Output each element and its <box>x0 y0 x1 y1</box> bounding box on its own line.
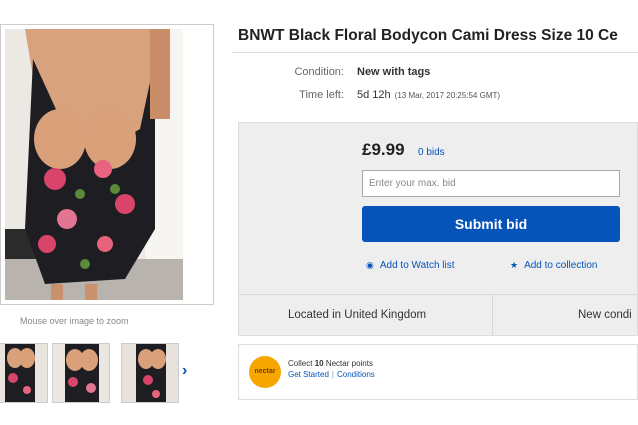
bid-count-link[interactable]: 0 bids <box>418 147 445 158</box>
condition-summary: New condi <box>578 309 632 321</box>
current-price: £9.99 <box>362 140 405 159</box>
zoom-hint: Mouse over image to zoom <box>20 316 129 326</box>
submit-bid-button[interactable]: Submit bid <box>362 206 620 242</box>
nectar-points-count: 10 <box>314 359 324 368</box>
main-product-photo[interactable] <box>0 24 214 305</box>
location-column-divider <box>492 295 493 336</box>
time-left-value: 5d 12h <box>357 89 391 101</box>
add-to-collection-link[interactable]: ★ Add to collection <box>510 260 597 271</box>
eye-icon: ◉ <box>366 260 374 270</box>
listing-title: BNWT Black Floral Bodycon Cami Dress Siz… <box>238 27 618 44</box>
thumbnail-2[interactable] <box>52 343 110 403</box>
time-left: 5d 12h (13 Mar, 2017 20:25:54 GMT) <box>357 89 500 101</box>
collection-label: Add to collection <box>524 260 598 271</box>
time-left-label: Time left: <box>299 89 344 101</box>
nectar-logo-text: nectar <box>254 368 276 375</box>
thumbnail-3[interactable] <box>121 343 179 403</box>
image-gallery: Mouse over image to zoom › <box>0 0 222 425</box>
nectar-collect-prefix: Collect <box>288 359 313 368</box>
add-to-watchlist-link[interactable]: ◉ Add to Watch list <box>366 260 455 271</box>
item-location: Located in United Kingdom <box>288 309 427 321</box>
condition-label: Condition: <box>294 66 344 78</box>
title-divider <box>232 52 638 53</box>
nectar-collect-text: Collect 10 Nectar points <box>288 359 373 368</box>
watchlist-label: Add to Watch list <box>379 260 455 271</box>
conditions-link[interactable]: Conditions <box>337 370 375 379</box>
get-started-link[interactable]: Get Started <box>288 370 329 379</box>
nectar-logo: nectar <box>249 356 281 388</box>
link-separator: | <box>331 370 334 379</box>
next-thumbnails-chevron-icon[interactable]: › <box>182 362 187 380</box>
condition-value: New with tags <box>357 66 431 78</box>
dress-photo[interactable] <box>5 29 183 300</box>
auction-end-date: (13 Mar, 2017 20:25:54 GMT) <box>394 91 501 100</box>
nectar-collect-suffix: Nectar points <box>325 359 373 368</box>
location-divider <box>238 294 638 295</box>
nectar-links: Get Started | Conditions <box>288 370 375 379</box>
star-icon: ★ <box>510 260 519 270</box>
thumbnail-1[interactable] <box>0 343 48 403</box>
max-bid-input[interactable] <box>362 170 620 197</box>
